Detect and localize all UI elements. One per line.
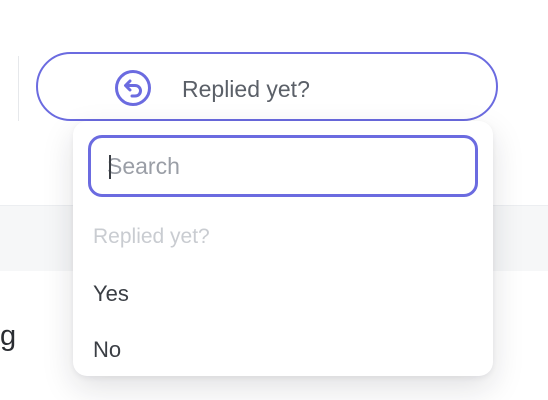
toolbar-divider — [18, 56, 19, 121]
option-yes[interactable]: Yes — [73, 269, 493, 317]
search-field[interactable] — [88, 135, 478, 197]
background-partial-text: g — [0, 320, 17, 352]
option-group-label: Replied yet? — [93, 225, 210, 248]
option-label: Yes — [93, 281, 129, 306]
option-label: No — [93, 337, 122, 362]
replied-filter-button[interactable]: Replied yet? — [36, 52, 498, 121]
text-cursor — [109, 155, 111, 179]
filter-label: Replied yet? — [182, 76, 310, 102]
app-stage: Replied yet? g Replied yet? Yes No — [0, 0, 548, 400]
search-input[interactable] — [107, 138, 467, 194]
filter-dropdown-menu: Replied yet? Yes No — [73, 121, 493, 376]
reply-circle-icon — [115, 70, 151, 106]
option-no[interactable]: No — [73, 325, 493, 373]
